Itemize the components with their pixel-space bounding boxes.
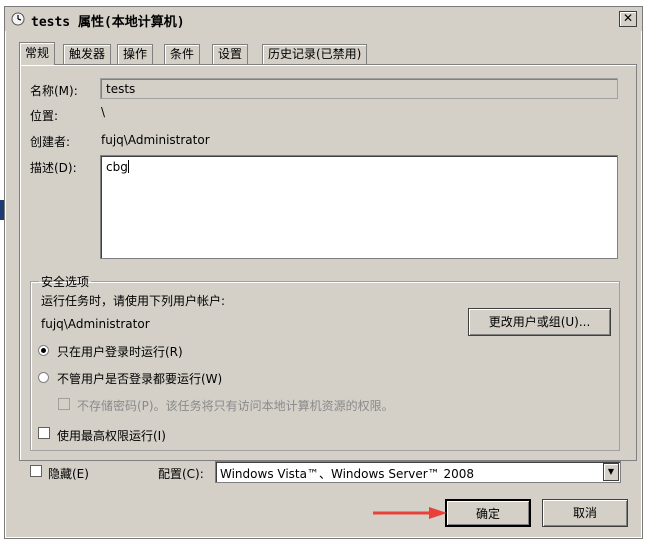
highest-privileges-label[interactable]: 使用最高权限运行(I): [57, 427, 166, 444]
tab-triggers[interactable]: 触发器: [63, 44, 112, 64]
location-label: 位置:: [30, 109, 59, 123]
close-icon: ✕: [622, 11, 634, 25]
name-label: 名称(M):: [30, 84, 78, 98]
tab-conditions[interactable]: 条件: [164, 44, 201, 64]
description-field[interactable]: cbg: [100, 155, 618, 259]
hidden-label[interactable]: 隐藏(E): [48, 465, 89, 482]
annotation-arrow-icon: [373, 507, 447, 519]
description-label: 描述(D):: [30, 161, 77, 175]
cancel-button[interactable]: 取消: [542, 499, 628, 527]
tab-settings[interactable]: 设置: [212, 44, 249, 64]
description-text: cbg: [106, 160, 128, 174]
ok-button[interactable]: 确定: [445, 499, 531, 527]
tab-history[interactable]: 历史记录(已禁用): [262, 44, 368, 64]
security-options-legend: 安全选项: [41, 275, 90, 289]
close-button[interactable]: ✕: [619, 11, 637, 27]
run-as-account: fujq\Administrator: [41, 317, 150, 331]
radio-run-whether-logged-on[interactable]: [38, 372, 49, 383]
no-store-password-checkbox[interactable]: [58, 398, 70, 410]
location-value: \: [101, 105, 106, 119]
change-user-button[interactable]: 更改用户或组(U)...: [468, 308, 611, 336]
tab-actions[interactable]: 操作: [117, 44, 154, 64]
properties-dialog: tests 属性(本地计算机) ✕ 常规 触发器 操作 条件 设置 历史记录(已…: [4, 6, 643, 539]
radio-run-logged-on[interactable]: [38, 345, 49, 356]
no-store-password-label: 不存储密码(P)。该任务将只有访问本地计算机资源的权限。: [77, 399, 394, 413]
configure-value: Windows Vista™、Windows Server™ 2008: [220, 467, 475, 481]
radio-run-whether-logged-on-label[interactable]: 不管用户是否登录都要运行(W): [57, 370, 222, 387]
author-value: fujq\Administrator: [101, 133, 210, 147]
clock-icon: [11, 12, 25, 26]
window-title: tests 属性(本地计算机): [31, 15, 185, 30]
configure-combobox[interactable]: Windows Vista™、Windows Server™ 2008 ▼: [215, 461, 621, 483]
author-label: 创建者:: [30, 135, 71, 149]
configure-label: 配置(C):: [158, 467, 204, 481]
text-caret: [127, 160, 129, 173]
title-bar[interactable]: tests 属性(本地计算机) ✕: [5, 7, 642, 31]
hidden-checkbox[interactable]: [30, 465, 42, 477]
highest-privileges-checkbox[interactable]: [38, 427, 50, 439]
radio-run-logged-on-label[interactable]: 只在用户登录时运行(R): [57, 343, 183, 360]
name-field[interactable]: tests: [100, 78, 618, 99]
chevron-down-icon[interactable]: ▼: [603, 463, 619, 481]
run-as-prompt: 运行任务时，请使用下列用户帐户:: [41, 294, 226, 308]
tab-general[interactable]: 常规: [19, 42, 56, 65]
